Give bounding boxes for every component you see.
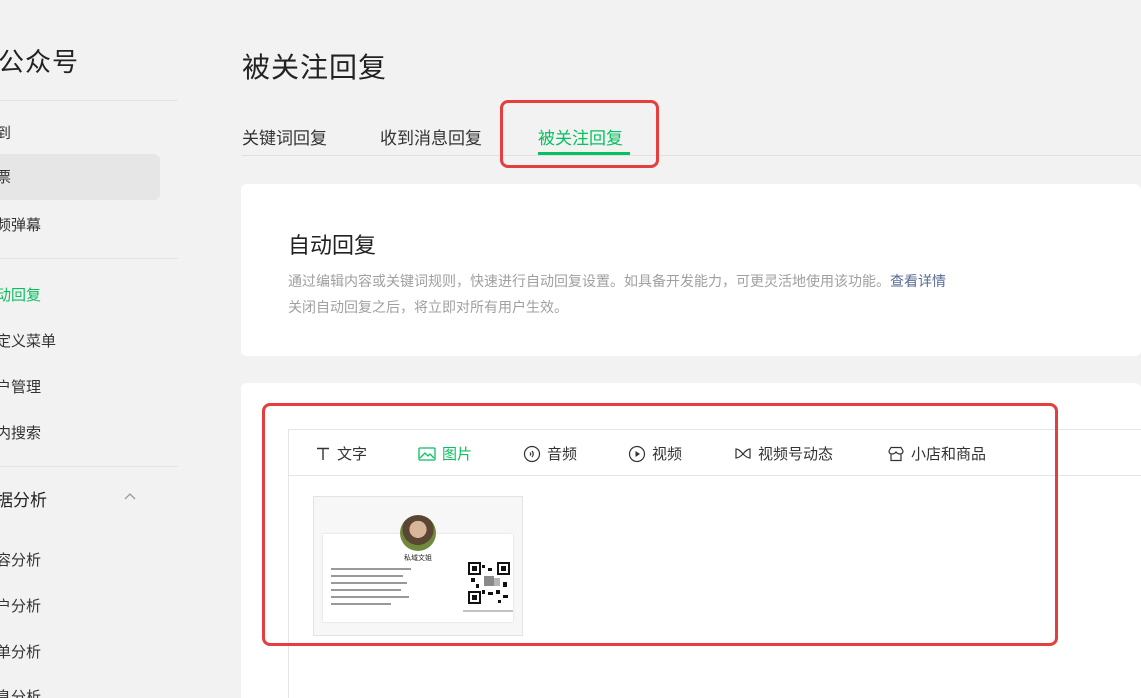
intro-card: 自动回复 通过编辑内容或关键词规则，快速进行自动回复设置。如具备开发能力，可更灵… <box>241 184 1141 356</box>
sidebar-divider <box>0 100 178 101</box>
intro-title: 自动回复 <box>288 234 377 259</box>
intro-text: 通过编辑内容或关键词规则，快速进行自动回复设置。如具备开发能力，可更灵活地使用该… <box>288 274 890 290</box>
tab-bar: 关键词回复 收到消息回复 被关注回复 <box>242 118 1141 156</box>
sidebar-item-user-management[interactable]: 户管理 <box>0 376 41 397</box>
main-content: 被关注回复 关键词回复 收到消息回复 被关注回复 自动回复 通过编辑内容或关键词… <box>200 0 1141 698</box>
sidebar-divider <box>0 466 178 467</box>
chevron-up-icon[interactable] <box>123 490 137 504</box>
sidebar-item-menu-analytics[interactable]: 单分析 <box>0 641 41 662</box>
sidebar-item-auto-reply[interactable]: 动回复 <box>0 284 41 305</box>
highlight-box-tab <box>500 100 659 168</box>
account-brand: 公众号 <box>0 48 80 78</box>
intro-description: 通过编辑内容或关键词规则，快速进行自动回复设置。如具备开发能力，可更灵活地使用该… <box>288 271 946 291</box>
sidebar-item-user-analytics[interactable]: 户分析 <box>0 595 41 616</box>
view-details-link[interactable]: 查看详情 <box>890 274 946 290</box>
sidebar-item-vote[interactable]: 票 <box>0 154 160 200</box>
sidebar-item-message-analytics[interactable]: 息分析 <box>0 686 41 698</box>
intro-note: 关闭自动回复之后，将立即对所有用户生效。 <box>288 300 568 316</box>
highlight-box-editor <box>262 403 1058 646</box>
sidebar-item-custom-menu[interactable]: 定义菜单 <box>0 330 56 351</box>
page-title: 被关注回复 <box>242 51 388 84</box>
sidebar-item-danmaku[interactable]: 频弹幕 <box>0 214 41 235</box>
sidebar-divider <box>0 258 178 259</box>
sidebar-item-label: 票 <box>0 168 12 186</box>
tab-keyword-reply[interactable]: 关键词回复 <box>242 124 327 149</box>
sidebar-item-content-analytics[interactable]: 容分析 <box>0 549 41 570</box>
sidebar: 公众号 到 票 频弹幕 动回复 定义菜单 户管理 内搜索 据分析 容分析 户分析… <box>0 0 180 698</box>
sidebar-item-checkin[interactable]: 到 <box>0 122 11 143</box>
sidebar-item-search[interactable]: 内搜索 <box>0 422 41 443</box>
tab-message-reply[interactable]: 收到消息回复 <box>380 124 482 149</box>
sidebar-group-analytics[interactable]: 据分析 <box>0 486 47 511</box>
